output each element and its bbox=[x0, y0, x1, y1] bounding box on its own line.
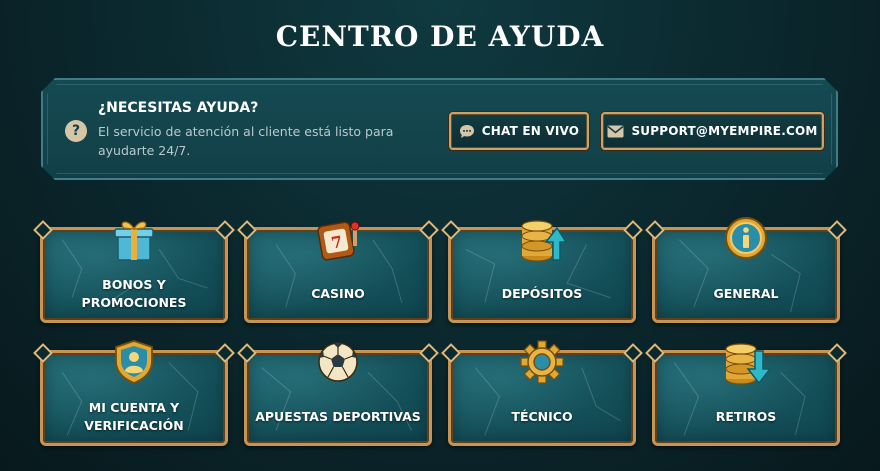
category-card-casino[interactable]: 7 CASINO bbox=[244, 221, 432, 323]
category-label: BONOS Y PROMOCIONES bbox=[81, 277, 187, 310]
info-icon bbox=[725, 217, 767, 259]
category-card-general[interactable]: GENERAL bbox=[652, 217, 840, 323]
category-label: GENERAL bbox=[713, 286, 779, 301]
gift-icon bbox=[114, 221, 154, 261]
chat-bubble-icon bbox=[459, 124, 475, 139]
category-label: TÉCNICO bbox=[511, 409, 573, 424]
coins-up-arrow-icon bbox=[521, 220, 567, 262]
category-card-apuestas[interactable]: APUESTAS DEPORTIVAS bbox=[244, 342, 432, 446]
page-title: CENTRO DE AYUDA bbox=[275, 20, 605, 53]
soccer-ball-icon bbox=[318, 342, 358, 382]
category-label: DEPÓSITOS bbox=[501, 286, 583, 301]
category-label: APUESTAS DEPORTIVAS bbox=[255, 409, 421, 424]
slot-machine-icon: 7 bbox=[317, 221, 360, 261]
envelope-icon bbox=[607, 125, 624, 138]
email-support-label: SUPPORT@MYEMPIRE.COM bbox=[631, 124, 818, 138]
category-label: RETIROS bbox=[715, 409, 777, 424]
category-label: CASINO bbox=[311, 286, 365, 301]
category-card-depositos[interactable]: DEPÓSITOS bbox=[448, 220, 636, 323]
category-label: MI CUENTA Y VERIFICACIÓN bbox=[84, 400, 184, 433]
category-card-retiros[interactable]: RETIROS bbox=[652, 343, 840, 446]
user-shield-icon bbox=[115, 340, 153, 384]
help-description: El servicio de atención al cliente está … bbox=[98, 124, 394, 158]
category-card-bonos[interactable]: BONOS Y PROMOCIONES bbox=[40, 221, 228, 323]
live-chat-button[interactable]: CHAT EN VIVO bbox=[449, 112, 589, 150]
category-card-mi-cuenta[interactable]: MI CUENTA Y VERIFICACIÓN bbox=[40, 340, 228, 446]
help-panel: ? ¿NECESITAS AYUDA? El servicio de atenc… bbox=[41, 78, 838, 180]
help-title: ¿NECESITAS AYUDA? bbox=[98, 100, 259, 116]
gear-icon bbox=[520, 340, 564, 384]
category-card-tecnico[interactable]: TÉCNICO bbox=[448, 340, 636, 446]
live-chat-label: CHAT EN VIVO bbox=[481, 124, 580, 138]
email-support-button[interactable]: SUPPORT@MYEMPIRE.COM bbox=[601, 112, 824, 150]
question-icon: ? bbox=[65, 120, 87, 142]
coins-down-arrow-icon bbox=[725, 343, 771, 385]
